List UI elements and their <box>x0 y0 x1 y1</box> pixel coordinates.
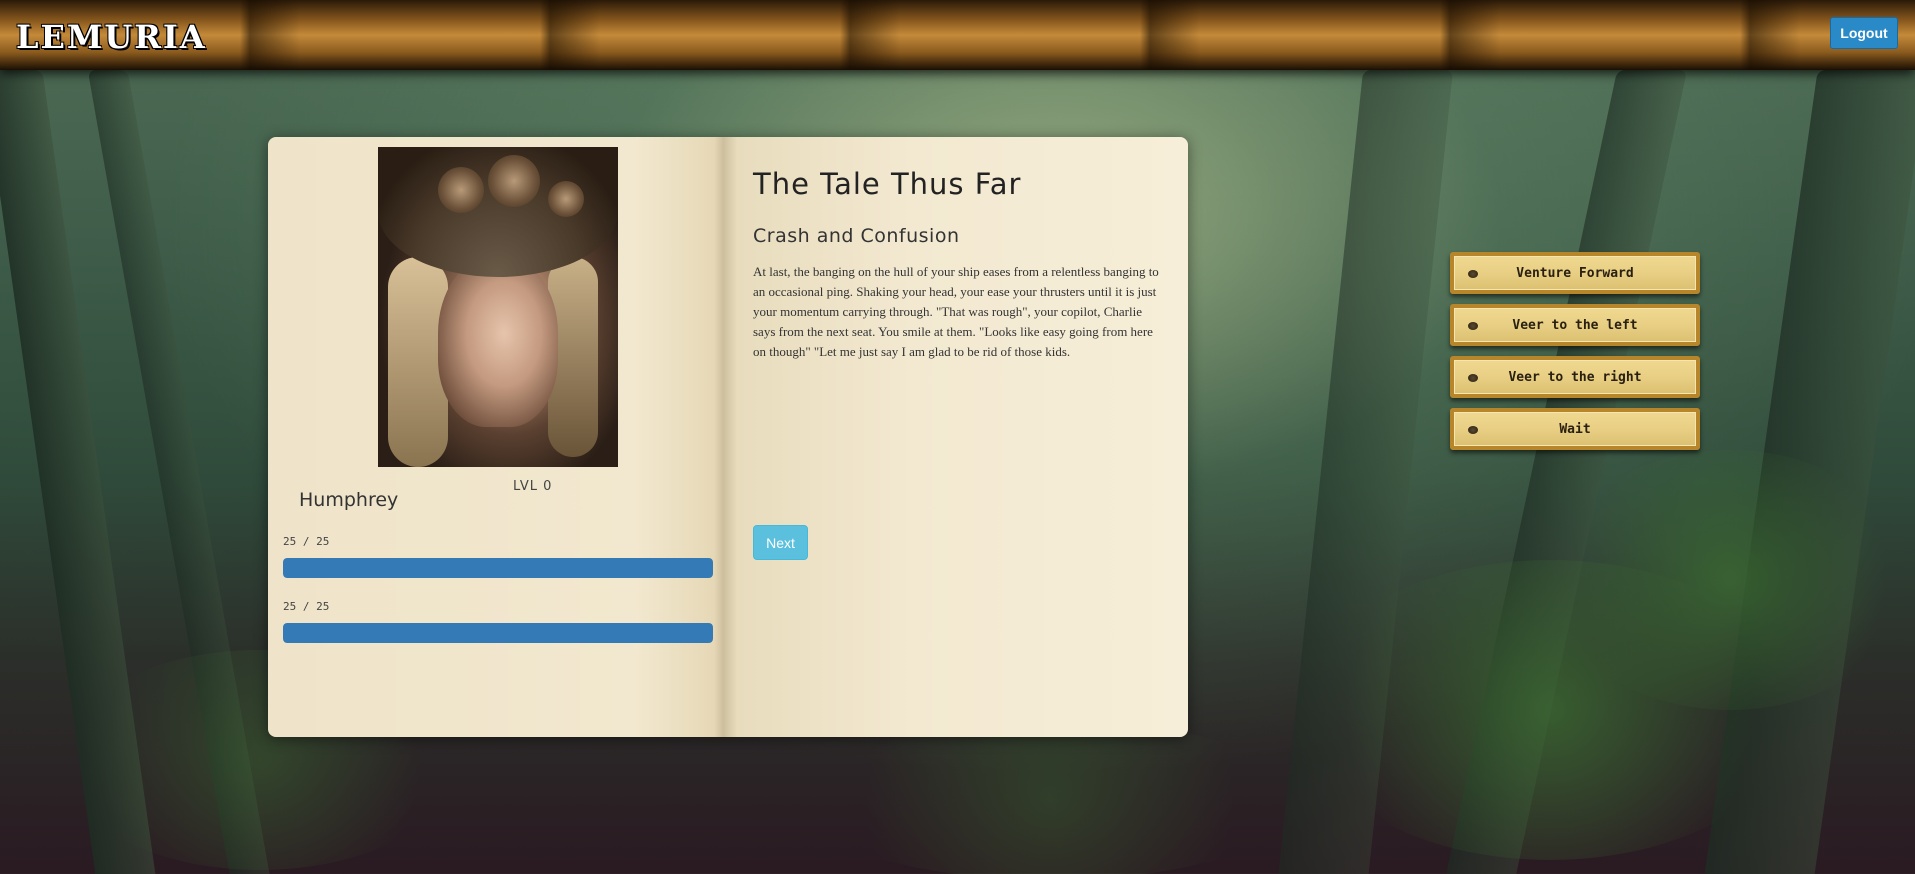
energy-bar-fill <box>283 623 713 643</box>
logout-button[interactable]: Logout <box>1830 17 1898 49</box>
rivet-icon <box>1468 270 1478 278</box>
energy-label: 25 / 25 <box>283 600 330 613</box>
choice-label: Wait <box>1559 421 1591 437</box>
character-level: LVL 0 <box>513 479 553 494</box>
health-bar <box>283 558 713 578</box>
choice-veer-left[interactable]: Veer to the left <box>1450 304 1700 346</box>
character-name: Humphrey <box>299 489 399 511</box>
next-button[interactable]: Next <box>753 525 808 560</box>
choice-venture-forward[interactable]: Venture Forward <box>1450 252 1700 294</box>
logo[interactable]: LEMURIA <box>16 18 207 56</box>
story-book: Humphrey LVL 0 25 / 25 25 / 25 The Tale … <box>268 137 1188 737</box>
choice-label: Venture Forward <box>1516 265 1634 281</box>
story-text: At last, the banging on the hull of your… <box>753 264 1159 359</box>
choice-label: Veer to the left <box>1512 317 1638 333</box>
choice-wait[interactable]: Wait <box>1450 408 1700 450</box>
header-bar: LEMURIA Logout <box>0 0 1915 70</box>
choice-label: Veer to the right <box>1508 369 1642 385</box>
choice-veer-right[interactable]: Veer to the right <box>1450 356 1700 398</box>
health-bar-fill <box>283 558 713 578</box>
energy-bar <box>283 623 713 643</box>
rivet-icon <box>1468 322 1478 330</box>
character-portrait <box>378 147 618 467</box>
story-heading: The Tale Thus Far <box>753 167 1022 201</box>
health-label: 25 / 25 <box>283 535 330 548</box>
rivet-icon <box>1468 426 1478 434</box>
rivet-icon <box>1468 374 1478 382</box>
chapter-title: Crash and Confusion <box>753 225 960 247</box>
